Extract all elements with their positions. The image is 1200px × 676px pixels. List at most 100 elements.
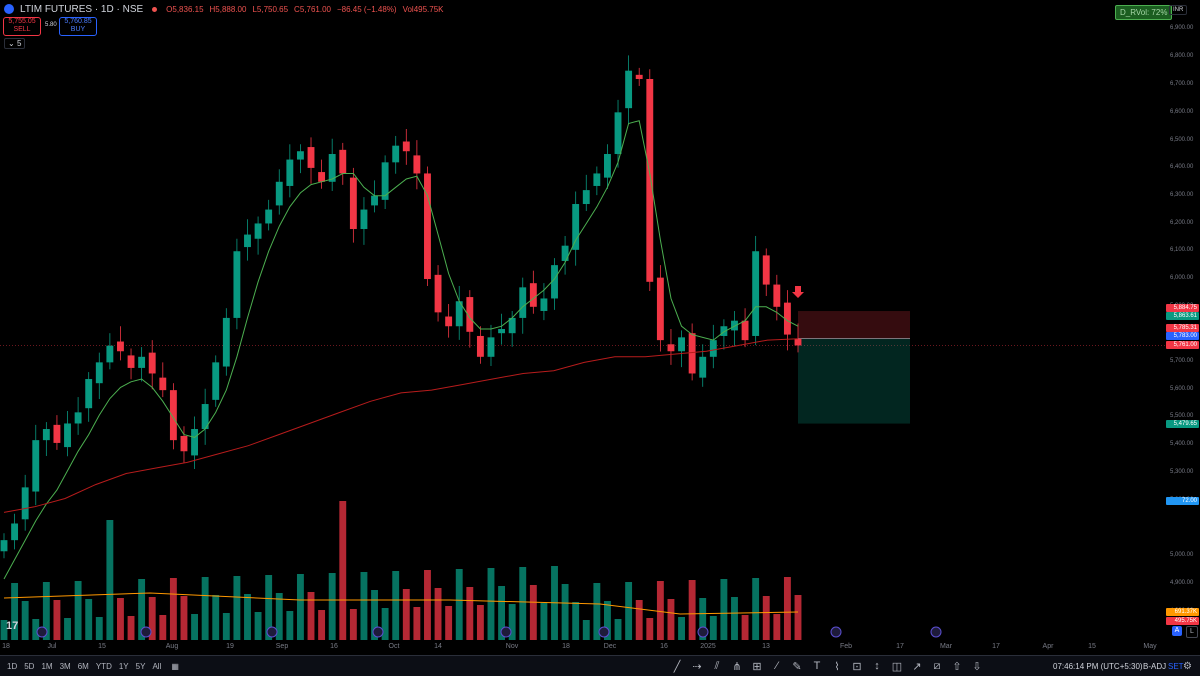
symbol-title[interactable]: LTIM FUTURES · 1D · NSE	[20, 4, 143, 15]
volume-bar	[413, 607, 421, 640]
note-icon[interactable]: ◫	[888, 656, 906, 676]
sell-label: SELL	[13, 26, 31, 33]
sell-button[interactable]: 5,755.05 SELL	[3, 17, 41, 36]
time-axis-label: Dec	[603, 643, 617, 650]
volume-bar	[169, 578, 177, 640]
time-axis-label: Oct	[388, 643, 400, 650]
volume-bar	[445, 606, 453, 640]
volume-bar	[434, 588, 442, 640]
candle-body	[244, 234, 251, 248]
clock[interactable]: 07:46:14 PM (UTC+5:30)	[1053, 662, 1143, 671]
candle-body	[635, 74, 643, 80]
time-axis-label: 18	[562, 643, 570, 650]
candle-body	[222, 317, 230, 367]
price-axis-label: 4,900.00	[1170, 580, 1194, 586]
indicators-toggle[interactable]: ⌄ 5	[4, 38, 26, 49]
buy-button[interactable]: 5,760.85 BUY	[59, 17, 97, 36]
measure-icon[interactable]: ↕	[868, 656, 886, 676]
volume-bar	[381, 608, 389, 640]
timeframe-3m[interactable]: 3M	[60, 662, 71, 671]
volume-bar	[625, 582, 633, 640]
price-axis-label: 6,200.00	[1170, 220, 1194, 226]
log-scale-button[interactable]: L	[1186, 626, 1198, 638]
price-axis-label: 6,500.00	[1170, 137, 1194, 143]
candle-body	[498, 329, 506, 334]
position-stop-zone	[798, 311, 910, 339]
price-axis-label: 6,700.00	[1170, 81, 1194, 87]
volume-bar	[201, 577, 209, 640]
candle-body	[603, 154, 611, 178]
candle-body	[656, 277, 664, 341]
pitchfork-icon[interactable]: ⋔	[728, 656, 746, 676]
event-marker	[140, 626, 152, 638]
sell-signal-arrow	[792, 286, 804, 298]
volume-bar	[233, 576, 241, 640]
volume-bar	[21, 601, 29, 640]
pattern-icon[interactable]: ⌇	[828, 656, 846, 676]
drawing-tools: ╱ ⇢ ⫽ ⋔ ⊞ ⁄ ✎ T ⌇ ⊡ ↕ ◫ ↗ ⧄ ⇧ ⇩	[668, 656, 986, 676]
adjustment-toggle[interactable]: B-ADJ	[1143, 662, 1166, 671]
candle-body	[127, 355, 135, 368]
brush-icon[interactable]: ✎	[788, 656, 806, 676]
fib-icon[interactable]: ⁄	[768, 656, 786, 676]
event-marker	[266, 626, 278, 638]
parallel-channel-icon[interactable]: ⫽	[708, 656, 726, 676]
candle-body	[21, 487, 29, 520]
price-axis-label: 5,400.00	[1170, 441, 1194, 447]
volume-bar	[318, 610, 326, 640]
timeframe-1y[interactable]: 1Y	[119, 662, 129, 671]
timeframe-group: 1D 5D 1M 3M 6M YTD 1Y 5Y All	[0, 662, 161, 671]
candle-body	[540, 298, 548, 311]
time-axis-label: 14	[434, 643, 442, 650]
gear-icon[interactable]: ⚙	[1183, 661, 1192, 672]
volume-bar	[667, 599, 675, 640]
candle-body	[169, 390, 177, 441]
time-axis-label: 16	[660, 643, 668, 650]
trend-line-icon[interactable]: ╱	[668, 656, 686, 676]
timeframe-ytd[interactable]: YTD	[96, 662, 112, 671]
time-axis-label: Feb	[839, 643, 853, 650]
date-range-icon[interactable]: ▦	[171, 662, 179, 671]
candle-body	[688, 333, 696, 374]
candle-body	[519, 287, 527, 318]
timeframe-6m[interactable]: 6M	[78, 662, 89, 671]
price-change: −86.45 (−1.48%)	[336, 4, 397, 14]
candle-body	[11, 523, 19, 541]
candle-body	[85, 379, 93, 409]
event-marker	[598, 626, 610, 638]
timeframe-all[interactable]: All	[152, 662, 161, 671]
volume-bar	[117, 598, 124, 640]
price-axis-label: 5,700.00	[1170, 358, 1194, 364]
time-axis-label: Apr	[1042, 643, 1054, 650]
candle-body	[392, 145, 400, 163]
candle-body	[476, 335, 484, 357]
arrow-down-icon[interactable]: ⇩	[968, 656, 986, 676]
timeframe-5d[interactable]: 5D	[24, 662, 34, 671]
currency-button[interactable]: INR	[1169, 5, 1188, 15]
ray-icon[interactable]: ⇢	[688, 656, 706, 676]
volume-bar	[519, 567, 527, 640]
timeframe-1m[interactable]: 1M	[41, 662, 52, 671]
timeframe-1d[interactable]: 1D	[7, 662, 17, 671]
candle-body	[434, 274, 442, 313]
price-chart[interactable]	[0, 0, 1200, 675]
auto-scale-button[interactable]: A	[1172, 626, 1182, 636]
candle-body	[699, 356, 707, 378]
settlement-toggle[interactable]: SET	[1168, 662, 1184, 671]
timeframe-5y[interactable]: 5Y	[136, 662, 146, 671]
long-position-icon[interactable]: ⊡	[848, 656, 866, 676]
price-axis-label: 6,000.00	[1170, 275, 1194, 281]
forecast-icon[interactable]: ⧄	[928, 656, 946, 676]
arrow-mark-icon[interactable]: ↗	[908, 656, 926, 676]
sma-slow-line	[3, 338, 799, 513]
gann-box-icon[interactable]: ⊞	[748, 656, 766, 676]
candle-body	[794, 338, 802, 346]
text-icon[interactable]: T	[808, 656, 826, 676]
event-marker	[930, 626, 942, 638]
arrow-up-icon[interactable]: ⇧	[948, 656, 966, 676]
candle-body	[614, 112, 622, 155]
candle-body	[64, 423, 71, 448]
price-axis-label: 6,900.00	[1170, 25, 1194, 31]
time-axis-label: 17	[992, 643, 1000, 650]
volume-bar	[455, 569, 463, 640]
